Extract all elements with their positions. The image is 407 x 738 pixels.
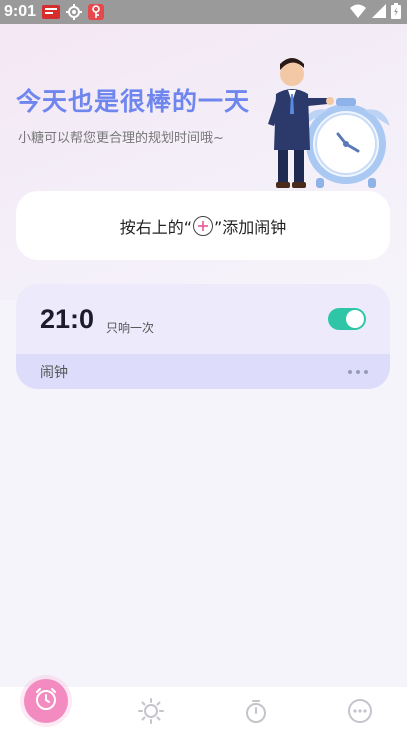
add-alarm-hint-card: 按右上的“ ”添加闹钟 — [16, 191, 390, 260]
hint-prefix: 按右上的“ — [119, 217, 192, 237]
alarm-footer: 闹钟 — [16, 354, 390, 389]
alarm-time: 21:0 — [40, 304, 95, 334]
hint-suffix: ”添加闹钟 — [214, 217, 287, 237]
stopwatch-icon — [243, 698, 269, 728]
nav-item-more[interactable] — [330, 687, 390, 738]
subline: 小糖可以帮您更合理的规划时间哦~ — [18, 131, 224, 146]
wifi-icon — [349, 3, 367, 23]
alarm-clock-illustration — [302, 98, 390, 188]
alarm-toggle[interactable] — [328, 308, 366, 330]
nav-item-stopwatch[interactable] — [226, 687, 286, 738]
more-options-icon[interactable] — [348, 370, 368, 374]
key-icon — [88, 4, 105, 20]
status-right — [349, 3, 401, 23]
alarm-card[interactable]: 21:0 只响一次 闹钟 — [16, 284, 390, 389]
signal-icon — [371, 3, 387, 23]
alarm-clock-icon — [33, 686, 59, 716]
battery-icon — [391, 3, 401, 23]
notification-app-icon — [42, 5, 61, 19]
plus-circle-icon — [193, 215, 213, 236]
headline: 今天也是很棒的一天 — [16, 87, 251, 116]
sun-icon — [138, 697, 164, 728]
nav-item-alarm[interactable] — [24, 679, 68, 723]
more-icon — [347, 698, 373, 728]
nav-item-sun[interactable] — [121, 687, 181, 738]
mascot-illustration — [262, 54, 397, 192]
alarm-label: 闹钟 — [40, 365, 68, 381]
toggle-knob — [346, 310, 364, 328]
status-bar: 9:01 — [0, 0, 407, 24]
settings-gear-icon — [66, 4, 83, 20]
status-time: 9:01 — [4, 3, 37, 20]
alarm-repeat: 只响一次 — [106, 321, 155, 335]
